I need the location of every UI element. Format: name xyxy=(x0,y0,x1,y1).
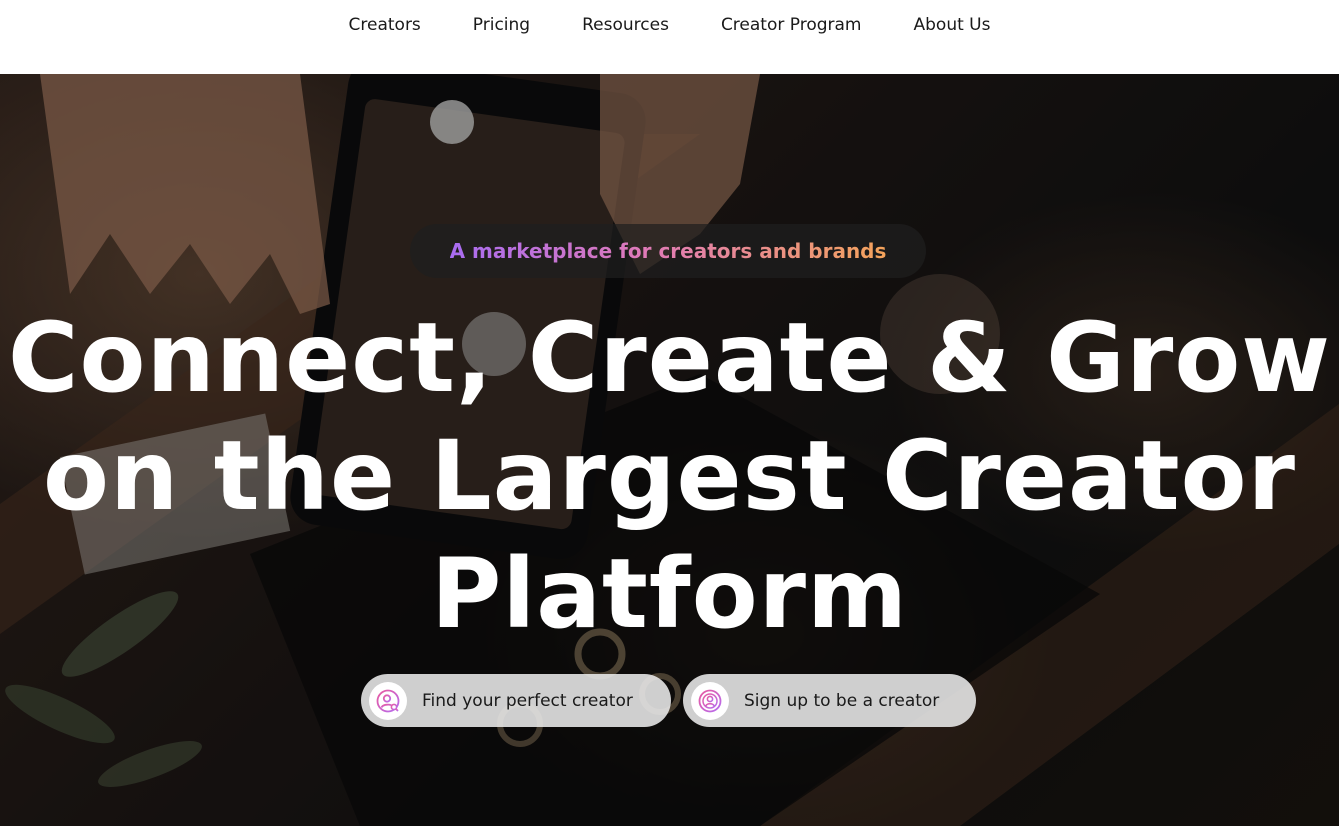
tagline-badge: A marketplace for creators and brands xyxy=(410,224,926,278)
creator-signup-label: Sign up to be a creator xyxy=(744,690,940,711)
creator-signup-button[interactable]: Sign up to be a creator xyxy=(683,674,976,727)
main-nav: Creators Pricing Resources Creator Progr… xyxy=(0,0,1339,50)
nav-link-about-us[interactable]: About Us xyxy=(914,15,991,35)
hero-section: A marketplace for creators and brands Co… xyxy=(0,74,1339,826)
nav-link-pricing[interactable]: Pricing xyxy=(473,15,530,35)
find-creator-label: Find your perfect creator xyxy=(422,690,633,711)
tagline-text: A marketplace for creators and brands xyxy=(449,239,887,263)
hero-headline: Connect, Create & Grow on the Largest Cr… xyxy=(0,299,1339,653)
creator-signup-icon xyxy=(691,681,729,720)
headline-line-3: Platform xyxy=(430,538,909,650)
nav-link-creators[interactable]: Creators xyxy=(349,15,421,35)
find-creator-button[interactable]: Find your perfect creator xyxy=(361,674,671,727)
nav-link-resources[interactable]: Resources xyxy=(582,15,669,35)
top-navigation: Creators Pricing Resources Creator Progr… xyxy=(0,0,1339,74)
user-search-icon xyxy=(369,681,407,720)
headline-line-1: Connect, Create & Grow xyxy=(8,302,1331,414)
headline-line-2: on the Largest Creator xyxy=(43,420,1296,532)
nav-link-creator-program[interactable]: Creator Program xyxy=(721,15,862,35)
hero-cta-row: Find your perfect creator Sign up to be … xyxy=(361,674,976,727)
